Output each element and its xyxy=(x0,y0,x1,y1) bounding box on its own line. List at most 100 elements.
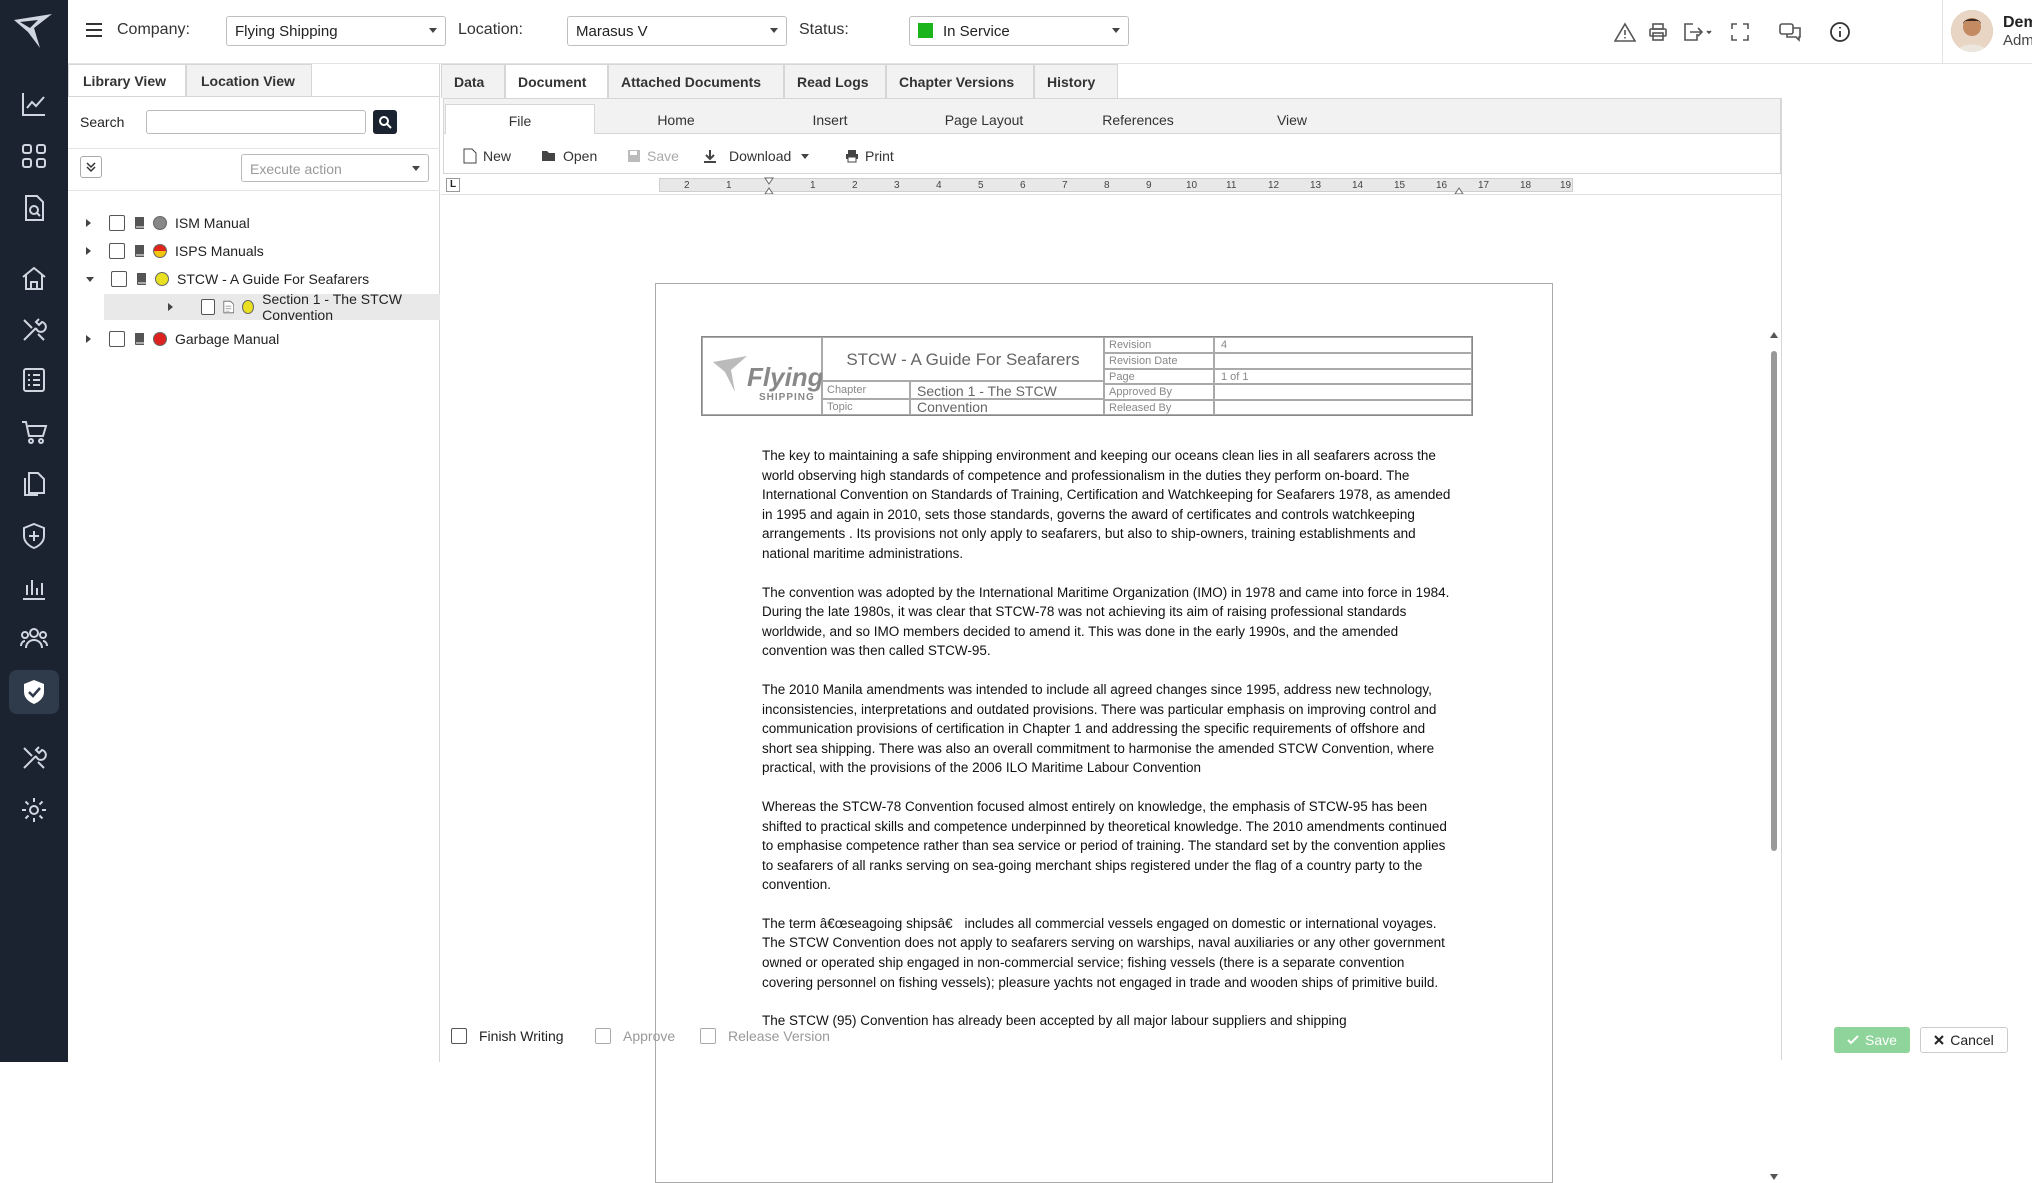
status-dot xyxy=(153,244,167,258)
tab-stop-selector[interactable]: L xyxy=(446,178,460,192)
open-button[interactable]: Open xyxy=(541,144,597,168)
tab-attached-documents[interactable]: Attached Documents xyxy=(608,64,784,98)
tree-item[interactable]: ISM Manual xyxy=(86,210,250,236)
book-icon xyxy=(135,217,144,229)
horizontal-ruler[interactable]: 2 1 1 2 3 4 5 6 7 8 9 10 11 12 13 14 15 … xyxy=(659,177,1573,195)
tab-chapter-versions[interactable]: Chapter Versions xyxy=(886,64,1034,98)
expand-icon[interactable] xyxy=(86,335,91,343)
tree-item-label: ISM Manual xyxy=(175,215,250,231)
expand-all-button[interactable] xyxy=(80,156,102,178)
scroll-down-icon[interactable] xyxy=(1769,1173,1779,1181)
app-logo[interactable] xyxy=(12,12,56,52)
tree-checkbox[interactable] xyxy=(109,215,125,231)
tab-library-view[interactable]: Library View xyxy=(68,64,186,96)
scroll-up-icon[interactable] xyxy=(1769,331,1779,339)
book-icon xyxy=(135,245,144,257)
status-label: Status: xyxy=(799,21,849,38)
grid-icon[interactable] xyxy=(14,136,54,176)
export-icon[interactable] xyxy=(1680,20,1714,44)
tools-icon[interactable] xyxy=(14,310,54,350)
cart-icon[interactable] xyxy=(14,412,54,452)
ribbon-tab-home[interactable]: Home xyxy=(601,104,751,134)
tree-checkbox[interactable] xyxy=(109,331,125,347)
topic-value xyxy=(910,399,1104,415)
info-icon[interactable] xyxy=(1828,20,1852,44)
chart-line-icon[interactable] xyxy=(14,84,54,124)
cancel-button-label: Cancel xyxy=(1950,1032,1994,1048)
tree-checkbox[interactable] xyxy=(111,271,127,287)
ruler-mark: 1 xyxy=(726,180,732,191)
hamburger-menu-icon[interactable] xyxy=(86,22,104,38)
ribbon-tab-insert[interactable]: Insert xyxy=(755,104,905,134)
tree-checkbox[interactable] xyxy=(201,299,215,315)
company-select[interactable]: Flying Shipping xyxy=(226,16,446,46)
document-search-icon[interactable] xyxy=(14,188,54,228)
tree-item-selected[interactable]: Section 1 - The STCW Convention xyxy=(104,291,440,323)
document-canvas[interactable]: Flying SHIPPING STCW - A Guide For Seafa… xyxy=(441,194,1781,1183)
ribbon-tab-page-layout[interactable]: Page Layout xyxy=(909,104,1059,134)
tree-item-label: Garbage Manual xyxy=(175,331,280,347)
execute-action-select[interactable]: Execute action xyxy=(241,154,429,182)
shield-plus-icon[interactable] xyxy=(14,516,54,556)
tab-history[interactable]: History xyxy=(1034,64,1118,98)
users-icon[interactable] xyxy=(14,618,54,658)
checkbox[interactable] xyxy=(595,1028,611,1044)
tree-checkbox[interactable] xyxy=(109,243,125,259)
search-input[interactable] xyxy=(146,110,366,134)
new-button[interactable]: New xyxy=(463,144,511,168)
divider xyxy=(68,96,440,97)
finish-writing-checkbox[interactable]: Finish Writing xyxy=(451,1028,564,1044)
fullscreen-icon[interactable] xyxy=(1728,20,1752,44)
location-select[interactable]: Marasus V xyxy=(567,16,787,46)
ruler-mark: 8 xyxy=(1104,180,1110,191)
user-profile[interactable]: Demo User Admin xyxy=(1942,0,2032,64)
search-button[interactable] xyxy=(373,110,397,134)
tree-item[interactable]: STCW - A Guide For Seafarers xyxy=(86,266,369,292)
tree-item[interactable]: Garbage Manual xyxy=(86,326,279,352)
print-button[interactable]: Print xyxy=(845,144,894,168)
shield-check-icon[interactable] xyxy=(9,670,59,714)
collapse-icon[interactable] xyxy=(86,276,94,282)
gear-icon[interactable] xyxy=(14,790,54,830)
checkbox[interactable] xyxy=(451,1028,467,1044)
download-button-label: Download xyxy=(729,148,792,164)
ribbon-tab-file[interactable]: File xyxy=(445,104,595,134)
expand-icon[interactable] xyxy=(168,303,173,311)
checklist-icon[interactable] xyxy=(14,360,54,400)
ribbon-tab-references[interactable]: References xyxy=(1063,104,1213,134)
alert-icon[interactable] xyxy=(1613,20,1637,44)
tab-data[interactable]: Data xyxy=(441,64,505,98)
tab-document[interactable]: Document xyxy=(505,64,608,98)
save-file-label: Save xyxy=(647,148,679,164)
chat-icon[interactable] xyxy=(1778,20,1802,44)
ruler-mark: 2 xyxy=(852,180,858,191)
bar-chart-icon[interactable] xyxy=(14,568,54,608)
cancel-button[interactable]: Cancel xyxy=(1920,1027,2008,1053)
download-icon xyxy=(704,150,716,163)
ribbon-tab-view[interactable]: View xyxy=(1217,104,1367,134)
tab-location-view[interactable]: Location View xyxy=(186,64,312,96)
tab-read-logs[interactable]: Read Logs xyxy=(784,64,886,98)
checkbox[interactable] xyxy=(700,1028,716,1044)
expand-icon[interactable] xyxy=(86,247,91,255)
print-icon[interactable] xyxy=(1646,20,1670,44)
download-button[interactable]: Download xyxy=(703,144,810,168)
home-icon[interactable] xyxy=(14,258,54,298)
files-icon[interactable] xyxy=(14,464,54,504)
document-body[interactable]: The key to maintaining a safe shipping e… xyxy=(762,446,1452,1050)
wrench-icon[interactable] xyxy=(14,738,54,778)
status-select[interactable]: In Service xyxy=(909,16,1129,46)
vertical-scrollbar[interactable] xyxy=(1769,332,1779,1180)
indent-marker-icon[interactable] xyxy=(764,177,774,195)
release-version-checkbox[interactable]: Release Version xyxy=(700,1028,830,1044)
save-icon xyxy=(628,150,640,162)
expand-icon[interactable] xyxy=(86,219,91,227)
save-file-button[interactable]: Save xyxy=(627,144,679,168)
tree-item[interactable]: ISPS Manuals xyxy=(86,238,264,264)
save-button[interactable]: Save xyxy=(1834,1027,1910,1053)
approve-checkbox[interactable]: Approve xyxy=(595,1028,675,1044)
status-dot xyxy=(242,300,255,314)
document-page[interactable]: Flying SHIPPING STCW - A Guide For Seafa… xyxy=(655,283,1553,1183)
paragraph: The STCW (95) Convention has already bee… xyxy=(762,1013,1347,1029)
scrollbar-thumb[interactable] xyxy=(1771,351,1777,851)
